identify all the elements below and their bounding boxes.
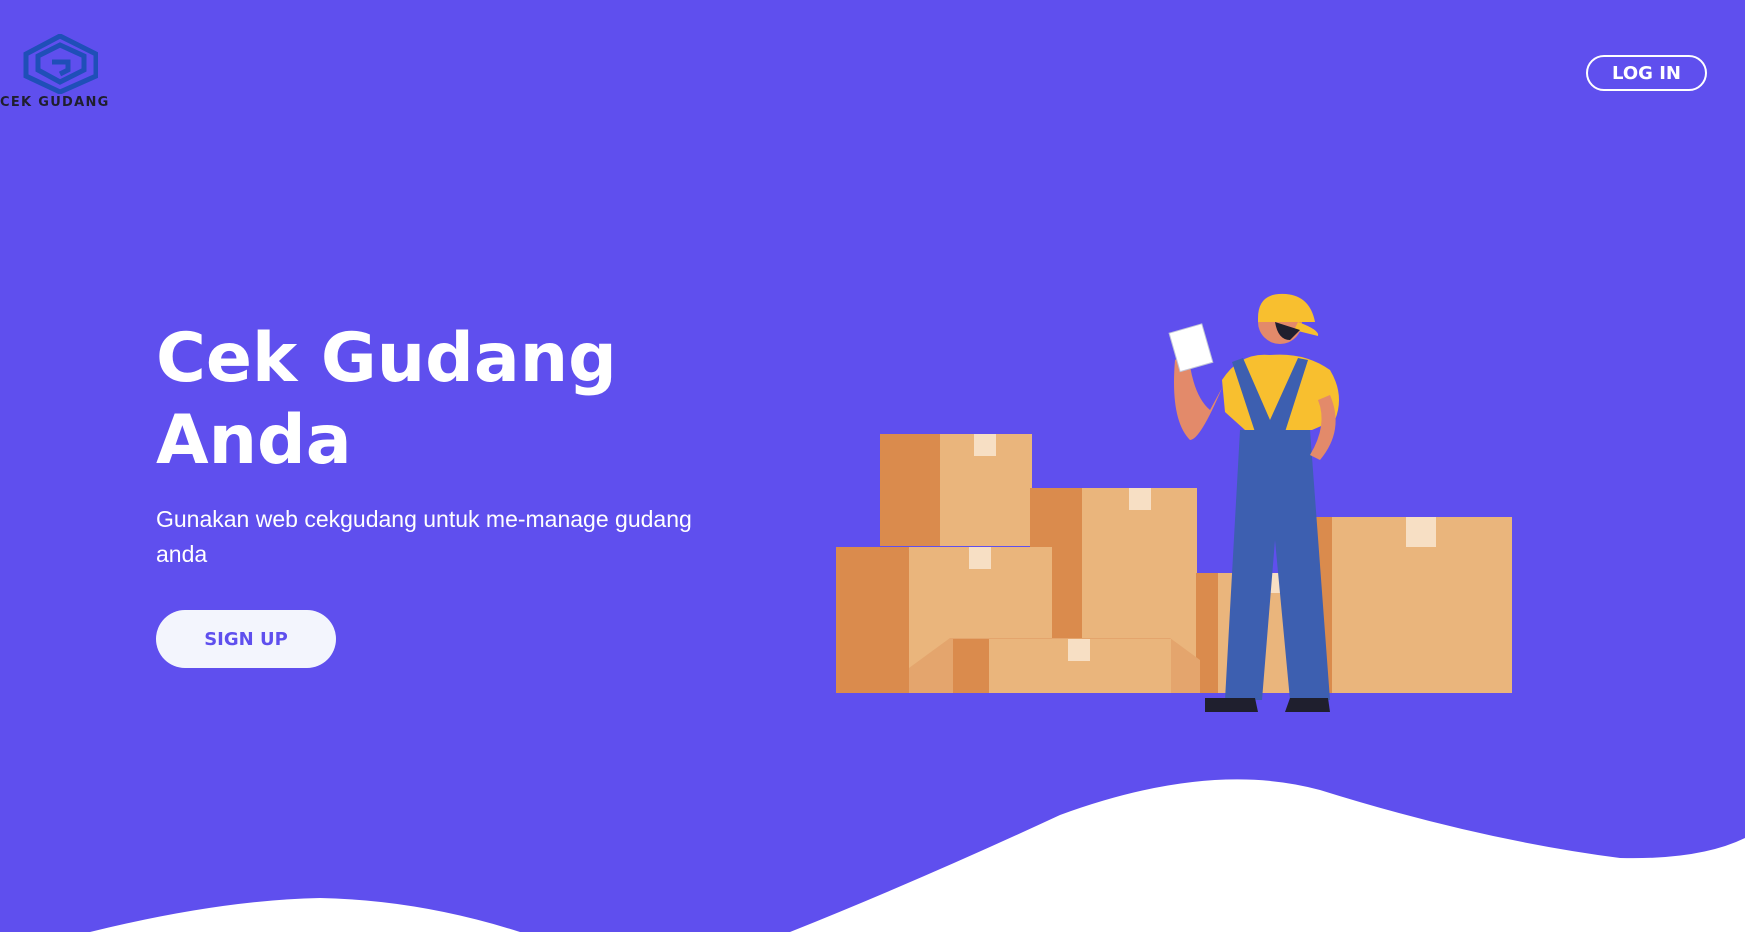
wave-decoration [90,779,1745,932]
